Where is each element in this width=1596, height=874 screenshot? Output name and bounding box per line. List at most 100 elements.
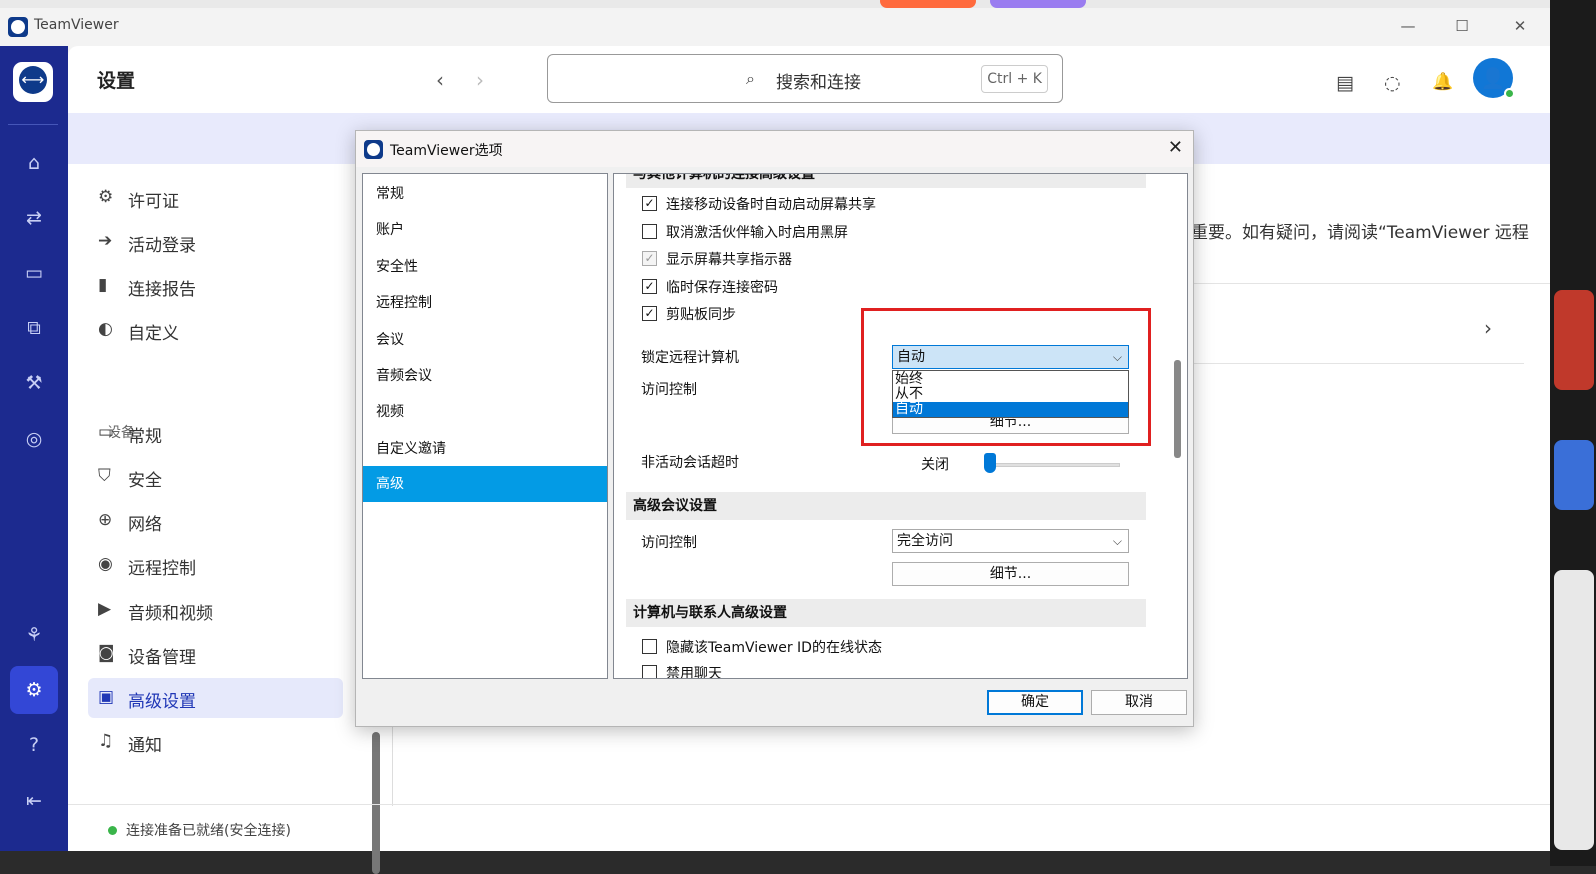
cancel-button[interactable]: 取消 bbox=[1091, 690, 1187, 715]
device-management-icon: ◙ bbox=[98, 643, 115, 663]
monitor-icon: ▭ bbox=[98, 422, 115, 442]
devices-icon[interactable]: ▭ bbox=[14, 253, 54, 293]
settings-item-customize[interactable]: ◐ 自定义 bbox=[88, 310, 343, 350]
notification-bell-icon[interactable]: 🔔 bbox=[1432, 72, 1453, 92]
checkbox-label: 禁用聊天 bbox=[666, 666, 722, 679]
checkbox-box[interactable]: ✓ bbox=[642, 306, 657, 321]
highlight-annotation-box bbox=[861, 308, 1151, 446]
settings-item-label: 自定义 bbox=[128, 324, 179, 344]
checkbox-box[interactable]: ✓ bbox=[642, 251, 657, 266]
help-icon[interactable]: ? bbox=[14, 725, 54, 765]
content-separator bbox=[1194, 283, 1550, 284]
maximize-button[interactable]: ☐ bbox=[1447, 14, 1477, 38]
community-icon[interactable]: ⚘ bbox=[14, 615, 54, 655]
settings-item-label: 通知 bbox=[128, 736, 162, 756]
category-list: 常规 账户 安全性 远程控制 会议 音频会议 视频 自定义邀请 高级 bbox=[362, 173, 608, 679]
meeting-details-button[interactable]: 细节... bbox=[892, 562, 1129, 586]
settings-item-label: 网络 bbox=[128, 515, 162, 535]
checkbox-box[interactable] bbox=[642, 639, 657, 654]
search-placeholder: 搜索和连接 bbox=[776, 73, 861, 93]
category-account[interactable]: 账户 bbox=[363, 212, 607, 248]
connect-icon[interactable]: ⇄ bbox=[14, 198, 54, 238]
chevron-right-icon[interactable]: › bbox=[1484, 316, 1492, 340]
checkbox-label: 剪贴板同步 bbox=[666, 307, 736, 323]
checkbox-box[interactable] bbox=[642, 665, 657, 678]
settings-item-general[interactable]: ▭ 常规 bbox=[88, 413, 343, 453]
home-icon[interactable]: ⌂ bbox=[14, 143, 54, 183]
collapse-sidebar-icon[interactable]: ⇤ bbox=[14, 781, 54, 821]
settings-item-device-management[interactable]: ◙ 设备管理 bbox=[88, 634, 343, 674]
dialog-close-button[interactable]: ✕ bbox=[1168, 137, 1183, 158]
lock-remote-label: 锁定远程计算机 bbox=[641, 350, 739, 366]
left-nav-bar: ⌂ ⇄ ▭ ⧉ ⚒ ◎ ⚘ ⚙ ? ⇤ bbox=[0, 46, 68, 851]
category-remote-control[interactable]: 远程控制 bbox=[363, 285, 607, 321]
settings-item-active-logins[interactable]: ➔ 活动登录 bbox=[88, 222, 343, 262]
nav-divider bbox=[8, 124, 58, 125]
page-title: 设置 bbox=[97, 70, 136, 92]
sessions-icon[interactable]: ⧉ bbox=[14, 308, 54, 348]
settings-item-label: 活动登录 bbox=[128, 236, 196, 256]
timeout-slider-thumb[interactable] bbox=[984, 453, 996, 473]
tools-icon[interactable]: ⚒ bbox=[14, 363, 54, 403]
globe-icon: ⊕ bbox=[98, 510, 113, 530]
remote-control-icon: ◉ bbox=[98, 554, 113, 574]
status-dot bbox=[108, 826, 117, 835]
teamviewer-logo-icon bbox=[8, 17, 28, 37]
meeting-access-select[interactable]: 完全访问 ⌵ bbox=[892, 529, 1129, 553]
category-video[interactable]: 视频 bbox=[363, 394, 607, 430]
status-footer: 连接准备已就绪(安全连接) bbox=[68, 804, 1550, 851]
title-bar: TeamViewer — ☐ ✕ bbox=[0, 8, 1550, 46]
checkbox-box[interactable]: ✓ bbox=[642, 196, 657, 211]
search-input[interactable]: ⌕ 搜索和连接 Ctrl + K bbox=[547, 54, 1063, 103]
category-custom-invitation[interactable]: 自定义邀请 bbox=[363, 431, 607, 467]
dialog-title: TeamViewer选项 bbox=[390, 143, 503, 159]
settings-item-audio-video[interactable]: ▶ 音频和视频 bbox=[88, 590, 343, 630]
license-icon: ⚙ bbox=[98, 187, 114, 207]
settings-item-notifications[interactable]: ♫ 通知 bbox=[88, 722, 343, 762]
timeout-value: 关闭 bbox=[921, 457, 949, 473]
category-audio-conference[interactable]: 音频会议 bbox=[363, 358, 607, 394]
settings-item-security[interactable]: ⛉ 安全 bbox=[88, 457, 343, 497]
bell-icon: ♫ bbox=[98, 731, 114, 751]
settings-item-label: 常规 bbox=[128, 427, 162, 447]
checkbox-label: 隐藏该TeamViewer ID的在线状态 bbox=[666, 640, 882, 656]
settings-gear-icon[interactable]: ⚙ bbox=[10, 666, 58, 714]
contacts-icon[interactable]: ▤ bbox=[1336, 72, 1354, 94]
section-header-connections: 与其他计算机的连接高级设置 bbox=[626, 174, 1146, 188]
settings-list-scrollbar[interactable] bbox=[372, 732, 380, 874]
forward-arrow-icon[interactable]: › bbox=[476, 68, 484, 92]
palette-icon: ◐ bbox=[98, 319, 113, 339]
category-security[interactable]: 安全性 bbox=[363, 249, 607, 285]
settings-item-advanced[interactable]: ▣ 高级设置 bbox=[88, 678, 343, 718]
video-camera-icon: ▶ bbox=[98, 599, 112, 619]
ok-button[interactable]: 确定 bbox=[987, 690, 1083, 715]
close-button[interactable]: ✕ bbox=[1505, 14, 1535, 38]
timeout-slider-track[interactable] bbox=[990, 463, 1120, 467]
back-arrow-icon[interactable]: ‹ bbox=[436, 68, 444, 92]
category-meeting[interactable]: 会议 bbox=[363, 322, 607, 358]
checkbox-box[interactable] bbox=[642, 224, 657, 239]
teamviewer-brand-icon bbox=[13, 62, 53, 102]
checkbox-box[interactable]: ✓ bbox=[642, 279, 657, 294]
remote-management-icon[interactable]: ◎ bbox=[14, 419, 54, 459]
connection-status-text: 连接准备已就绪(安全连接) bbox=[126, 823, 291, 839]
settings-item-connection-reports[interactable]: ▮ 连接报告 bbox=[88, 266, 343, 306]
settings-item-remote-control[interactable]: ◉ 远程控制 bbox=[88, 545, 343, 585]
checkbox-label: 取消激活伙伴输入时启用黑屏 bbox=[666, 225, 848, 241]
panel-scrollbar[interactable] bbox=[1174, 360, 1181, 458]
settings-item-network[interactable]: ⊕ 网络 bbox=[88, 501, 343, 541]
category-general[interactable]: 常规 bbox=[363, 176, 607, 212]
meeting-access-label: 访问控制 bbox=[641, 535, 697, 551]
minimize-button[interactable]: — bbox=[1393, 14, 1423, 38]
search-icon: ⌕ bbox=[746, 69, 755, 88]
settings-item-license[interactable]: ⚙ 许可证 bbox=[88, 178, 343, 218]
avatar[interactable]: 👤 bbox=[1473, 58, 1515, 99]
online-status-dot bbox=[1504, 88, 1515, 99]
category-advanced[interactable]: 高级 bbox=[363, 466, 607, 502]
dialog-title-bar: TeamViewer选项 ✕ bbox=[356, 131, 1193, 167]
advanced-settings-icon: ▣ bbox=[98, 687, 115, 707]
session-timeout-label: 非活动会话超时 bbox=[641, 455, 739, 471]
settings-item-label: 高级设置 bbox=[128, 692, 196, 712]
chat-icon[interactable]: ◌ bbox=[1384, 72, 1401, 94]
content-separator bbox=[1194, 363, 1524, 364]
